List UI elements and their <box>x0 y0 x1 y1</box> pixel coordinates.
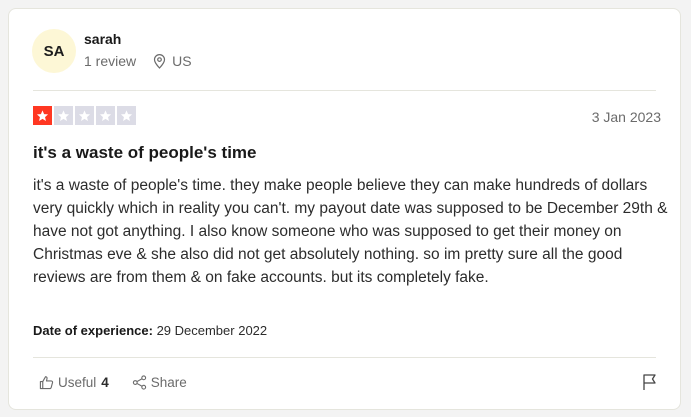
star-icon <box>54 106 73 125</box>
review-card: SA sarah 1 review US 3 Jan 2023 it's a w… <box>8 8 681 410</box>
reviewer-country: US <box>172 53 192 69</box>
reviewer-meta: 1 review US <box>84 53 192 69</box>
share-label: Share <box>150 375 187 390</box>
avatar-initials: SA <box>43 42 65 60</box>
flag-icon <box>642 373 658 396</box>
useful-count: 4 <box>101 375 109 390</box>
star-rating <box>33 106 136 125</box>
useful-label: Useful <box>58 375 97 390</box>
reviewer-name[interactable]: sarah <box>84 31 121 47</box>
share-icon <box>132 375 147 390</box>
star-icon <box>33 106 52 125</box>
review-count: 1 review <box>84 53 137 69</box>
avatar[interactable]: SA <box>32 29 76 73</box>
useful-button[interactable]: Useful 4 <box>39 375 109 390</box>
review-title[interactable]: it's a waste of people's time <box>33 143 256 163</box>
date-of-experience: Date of experience: 29 December 2022 <box>33 323 267 338</box>
divider <box>33 90 656 91</box>
experience-date: 29 December 2022 <box>156 323 268 338</box>
review-actions: Useful 4 Share <box>39 375 210 390</box>
divider <box>33 357 656 358</box>
review-date: 3 Jan 2023 <box>591 109 661 125</box>
report-button[interactable] <box>642 373 658 396</box>
star-icon <box>117 106 136 125</box>
experience-label: Date of experience: <box>33 323 153 338</box>
review-body: it's a waste of people's time. they make… <box>33 177 668 286</box>
thumbs-up-icon <box>39 375 54 390</box>
star-icon <box>75 106 94 125</box>
star-icon <box>96 106 115 125</box>
share-button[interactable]: Share <box>132 375 187 390</box>
location-pin-icon <box>153 53 166 69</box>
